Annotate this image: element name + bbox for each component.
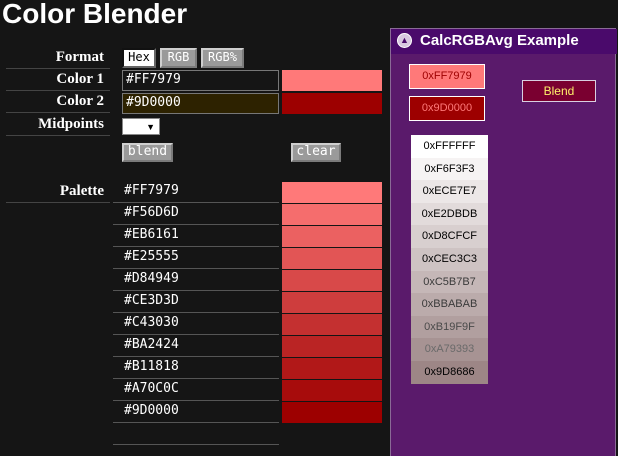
format-rgb-percent-button[interactable]: RGB% bbox=[201, 48, 244, 68]
result-item-5: 0xD8CFCF bbox=[411, 225, 488, 249]
page-title: Color Blender bbox=[2, 0, 188, 29]
palette-swatch-4 bbox=[282, 248, 382, 269]
palette-hex-11: #9D0000 bbox=[113, 401, 279, 423]
palette-swatch-7 bbox=[282, 314, 382, 335]
format-rgb-button[interactable]: RGB bbox=[160, 48, 197, 68]
calc-rgb-avg-panel: ▲ CalcRGBAvg Example 0xFF7979 0x9D0000 B… bbox=[390, 28, 617, 456]
panel-header: ▲ CalcRGBAvg Example bbox=[391, 29, 617, 54]
palette-swatch-5 bbox=[282, 270, 382, 291]
blend-button[interactable]: blend bbox=[122, 143, 173, 162]
color1-swatch bbox=[282, 70, 382, 91]
chevron-up-circle-icon[interactable]: ▲ bbox=[397, 33, 412, 48]
result-item-1: 0xFFFFFF bbox=[411, 135, 488, 158]
midpoints-select[interactable]: ▼ bbox=[122, 118, 160, 135]
result-item-4: 0xE2DBDB bbox=[411, 202, 488, 226]
palette-swatch-1 bbox=[282, 182, 382, 203]
result-item-2: 0xF6F3F3 bbox=[411, 157, 488, 181]
panel-input-1[interactable]: 0xFF7979 bbox=[409, 64, 485, 89]
palette-hex-7: #C43030 bbox=[113, 313, 279, 335]
clear-button[interactable]: clear bbox=[291, 143, 341, 162]
palette-swatch-8 bbox=[282, 336, 382, 357]
palette-hex-2: #F56D6D bbox=[113, 203, 279, 225]
palette-swatch-3 bbox=[282, 226, 382, 247]
palette-empty-row bbox=[113, 433, 279, 445]
palette-hex-1: #FF7979 bbox=[113, 181, 279, 203]
panel-title: CalcRGBAvg Example bbox=[420, 32, 579, 49]
palette-swatch-2 bbox=[282, 204, 382, 225]
result-item-6: 0xCEC3C3 bbox=[411, 248, 488, 271]
midpoints-label: Midpoints bbox=[6, 114, 110, 136]
color1-input[interactable]: #FF7979 bbox=[122, 70, 279, 91]
palette-hex-4: #E25555 bbox=[113, 247, 279, 269]
palette-hex-8: #BA2424 bbox=[113, 335, 279, 357]
color2-input[interactable]: #9D0000 bbox=[122, 93, 279, 114]
color1-label: Color 1 bbox=[6, 69, 110, 91]
panel-blend-button[interactable]: Blend bbox=[522, 80, 596, 102]
result-item-11: 0x9D8686 bbox=[411, 361, 488, 384]
palette-swatch-10 bbox=[282, 380, 382, 401]
result-item-10: 0xA79393 bbox=[411, 338, 488, 362]
palette-label: Palette bbox=[6, 181, 110, 203]
format-hex-button[interactable]: Hex bbox=[122, 48, 156, 68]
format-label: Format bbox=[6, 47, 110, 69]
palette-hex-5: #D84949 bbox=[113, 269, 279, 291]
palette-swatch-9 bbox=[282, 358, 382, 379]
color2-label: Color 2 bbox=[6, 91, 110, 113]
color2-swatch bbox=[282, 93, 382, 114]
palette-swatch-11 bbox=[282, 402, 382, 423]
palette-hex-3: #EB6161 bbox=[113, 225, 279, 247]
palette-hex-6: #CE3D3D bbox=[113, 291, 279, 313]
palette-hex-9: #B11818 bbox=[113, 357, 279, 379]
palette-hex-10: #A70C0C bbox=[113, 379, 279, 401]
result-item-7: 0xC5B7B7 bbox=[411, 270, 488, 294]
result-item-8: 0xBBABAB bbox=[411, 293, 488, 317]
chevron-down-icon: ▼ bbox=[146, 122, 155, 132]
palette-swatch-6 bbox=[282, 292, 382, 313]
panel-input-2[interactable]: 0x9D0000 bbox=[409, 96, 485, 121]
result-item-3: 0xECE7E7 bbox=[411, 180, 488, 204]
result-item-9: 0xB19F9F bbox=[411, 315, 488, 339]
